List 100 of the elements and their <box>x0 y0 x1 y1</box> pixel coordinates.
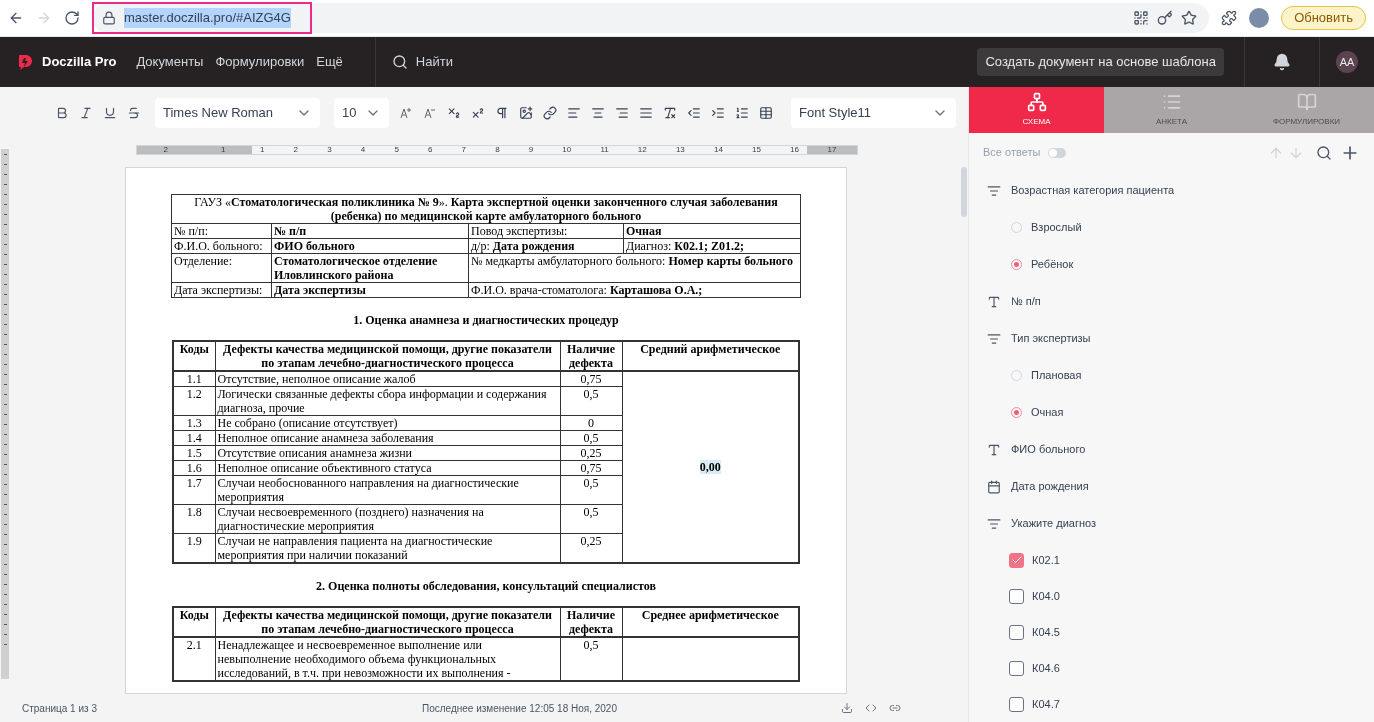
radio-option[interactable]: Ребёнок <box>969 246 1374 283</box>
all-answers-toggle[interactable] <box>1048 147 1067 158</box>
ruler-number: 4 <box>360 146 366 154</box>
bookmark-star-icon[interactable] <box>1181 10 1198 26</box>
align-justify-icon[interactable] <box>639 106 653 120</box>
checkbox-option[interactable]: К04.5 <box>969 614 1374 650</box>
hierarchy-icon <box>1026 92 1047 112</box>
page-counter: Страница 1 из 3 <box>22 701 97 716</box>
qr-code-icon[interactable] <box>1133 10 1150 26</box>
code-icon[interactable] <box>865 702 877 714</box>
update-button[interactable]: Обновить <box>1281 6 1366 30</box>
brand-name[interactable]: Doczilla Pro <box>42 52 117 72</box>
defect-value: 0,5 <box>583 505 599 519</box>
defect-value: 0,75 <box>580 461 602 475</box>
outdent-icon[interactable] <box>687 106 701 120</box>
italic-icon[interactable] <box>79 106 93 120</box>
nav-link[interactable]: Формулировки <box>215 52 305 72</box>
ruler-number: 16 <box>790 146 799 154</box>
font-size-select[interactable]: 10 <box>334 98 389 128</box>
link-icon[interactable] <box>889 702 901 714</box>
address-bar[interactable]: master.doczilla.pro/#AIZG4G <box>92 3 1210 33</box>
defect-description: Ненадлежащее и несвоевременное выполнение или невыполнение необходимого объема функциональных исследований, в т.ч. при невозможности их выполнения - <box>217 638 511 680</box>
indent-icon[interactable] <box>711 106 725 120</box>
panel-tab[interactable]: СХЕМА <box>969 87 1104 134</box>
form-field-text: № п/п: <box>174 224 208 238</box>
ruler-number: 3 <box>327 146 332 154</box>
ruler-number: 2 <box>293 146 299 154</box>
form-field-text: д/р: Дата рождения <box>471 239 575 253</box>
list-icon <box>987 331 1001 346</box>
pilcrow-icon[interactable] <box>495 106 509 120</box>
defect-description: Не собрано (описание отсутствует) <box>217 416 398 430</box>
checkmark-icon <box>1010 554 1023 566</box>
increase-font-icon[interactable] <box>399 106 413 120</box>
search-icon[interactable] <box>1316 144 1332 161</box>
search-field[interactable]: Найти <box>415 52 453 72</box>
checkbox-option[interactable]: К02.1 <box>969 542 1374 578</box>
download-icon[interactable] <box>841 702 853 714</box>
back-icon[interactable] <box>8 10 24 26</box>
paragraph-style-select[interactable]: Font Style11 <box>791 98 956 128</box>
defect-description: Неполное описание анамнеза заболевания <box>217 431 434 445</box>
form-field-text: № медкарты амбулаторного больного: Номер карты больного <box>471 254 794 268</box>
row-code: 1.7 <box>186 476 202 490</box>
text-field-icon <box>987 294 1001 309</box>
panel-tab[interactable]: ФОРМУЛИРОВКИ <box>1239 87 1374 134</box>
radio-option[interactable]: Очная <box>969 394 1374 431</box>
superscript-icon[interactable] <box>471 106 485 120</box>
question-label: № п/п <box>1011 294 1041 310</box>
panel-tab[interactable]: АНКЕТА <box>1104 87 1239 134</box>
align-right-icon[interactable] <box>615 106 629 120</box>
decrease-font-icon[interactable] <box>423 106 437 120</box>
underline-icon[interactable] <box>103 106 117 120</box>
ruler-number: 13 <box>675 146 685 154</box>
defect-description: Случаи не направления пациента на диагностические мероприятия при наличии показаний <box>217 534 493 562</box>
calendar-icon <box>987 479 1001 494</box>
align-center-icon[interactable] <box>591 106 605 120</box>
strikethrough-icon[interactable] <box>127 106 141 120</box>
scrollbar[interactable] <box>961 167 967 217</box>
defect-value: 0,75 <box>580 372 602 386</box>
bold-icon[interactable] <box>55 106 69 120</box>
checkbox-option[interactable]: К04.6 <box>969 650 1374 686</box>
row-code: 1.8 <box>186 505 202 519</box>
row-code: 1.4 <box>186 431 202 445</box>
ruler-number: 14 <box>713 146 723 154</box>
ruler-number: 7 <box>461 146 466 154</box>
nav-link[interactable]: Документы <box>136 52 204 72</box>
column-header: Дефекты качества медицинской помощи, другие показатели по этапам лечебно-диагностического процесса <box>223 608 552 636</box>
checkbox-option[interactable]: К04.0 <box>969 578 1374 614</box>
clear-format-icon[interactable] <box>663 106 677 120</box>
url-text[interactable]: master.doczilla.pro/#AIZG4G <box>124 8 291 28</box>
extensions-icon[interactable] <box>1221 10 1238 26</box>
font-family-select[interactable]: Times New Roman <box>155 98 320 128</box>
radio-option[interactable]: Плановая <box>969 357 1374 394</box>
form-title: ГАУЗ «Стоматологическая поликлиника № 9». Карта экспертной оценки законченного случая заболевания (ребенка) по медицинской карте амбулаторного больного <box>194 195 778 223</box>
defect-description: Неполное описание объективного статуса <box>217 461 432 475</box>
reload-icon[interactable] <box>64 10 80 26</box>
form-field-text: Стоматологическое отделение Иловлинского района <box>274 254 438 282</box>
form-field-text: Очная <box>626 224 662 238</box>
defect-description: Случаи необоснованного направления на диагностические мероприятия <box>217 476 519 504</box>
align-left-icon[interactable] <box>567 106 581 120</box>
search-icon[interactable] <box>391 54 408 70</box>
table-icon[interactable] <box>759 106 773 120</box>
profile-avatar[interactable] <box>1249 8 1270 28</box>
row-code: 1.9 <box>186 534 202 548</box>
user-avatar[interactable]: AA <box>1336 51 1358 73</box>
subscript-icon[interactable] <box>447 106 461 120</box>
bell-icon[interactable] <box>1273 53 1291 71</box>
key-icon[interactable] <box>1157 10 1174 26</box>
link-icon[interactable] <box>543 106 557 120</box>
radio-option[interactable]: Взрослый <box>969 209 1374 246</box>
numbered-list-icon[interactable] <box>735 106 749 120</box>
insert-image-icon[interactable] <box>519 106 533 120</box>
list-icon <box>987 516 1001 531</box>
nav-link[interactable]: Ещё <box>316 52 343 72</box>
logo-icon[interactable] <box>16 53 34 71</box>
create-document-button[interactable]: Создать документ на основе шаблона <box>977 48 1224 76</box>
ruler-number: 6 <box>427 146 433 154</box>
row-code: 1.3 <box>186 416 202 430</box>
defect-description: Логически связанные дефекты сбора информации и содержания диагноза, прочие <box>217 387 547 415</box>
defect-value: 0,5 <box>583 638 599 652</box>
checkbox-option[interactable]: К04.7 <box>969 686 1374 722</box>
